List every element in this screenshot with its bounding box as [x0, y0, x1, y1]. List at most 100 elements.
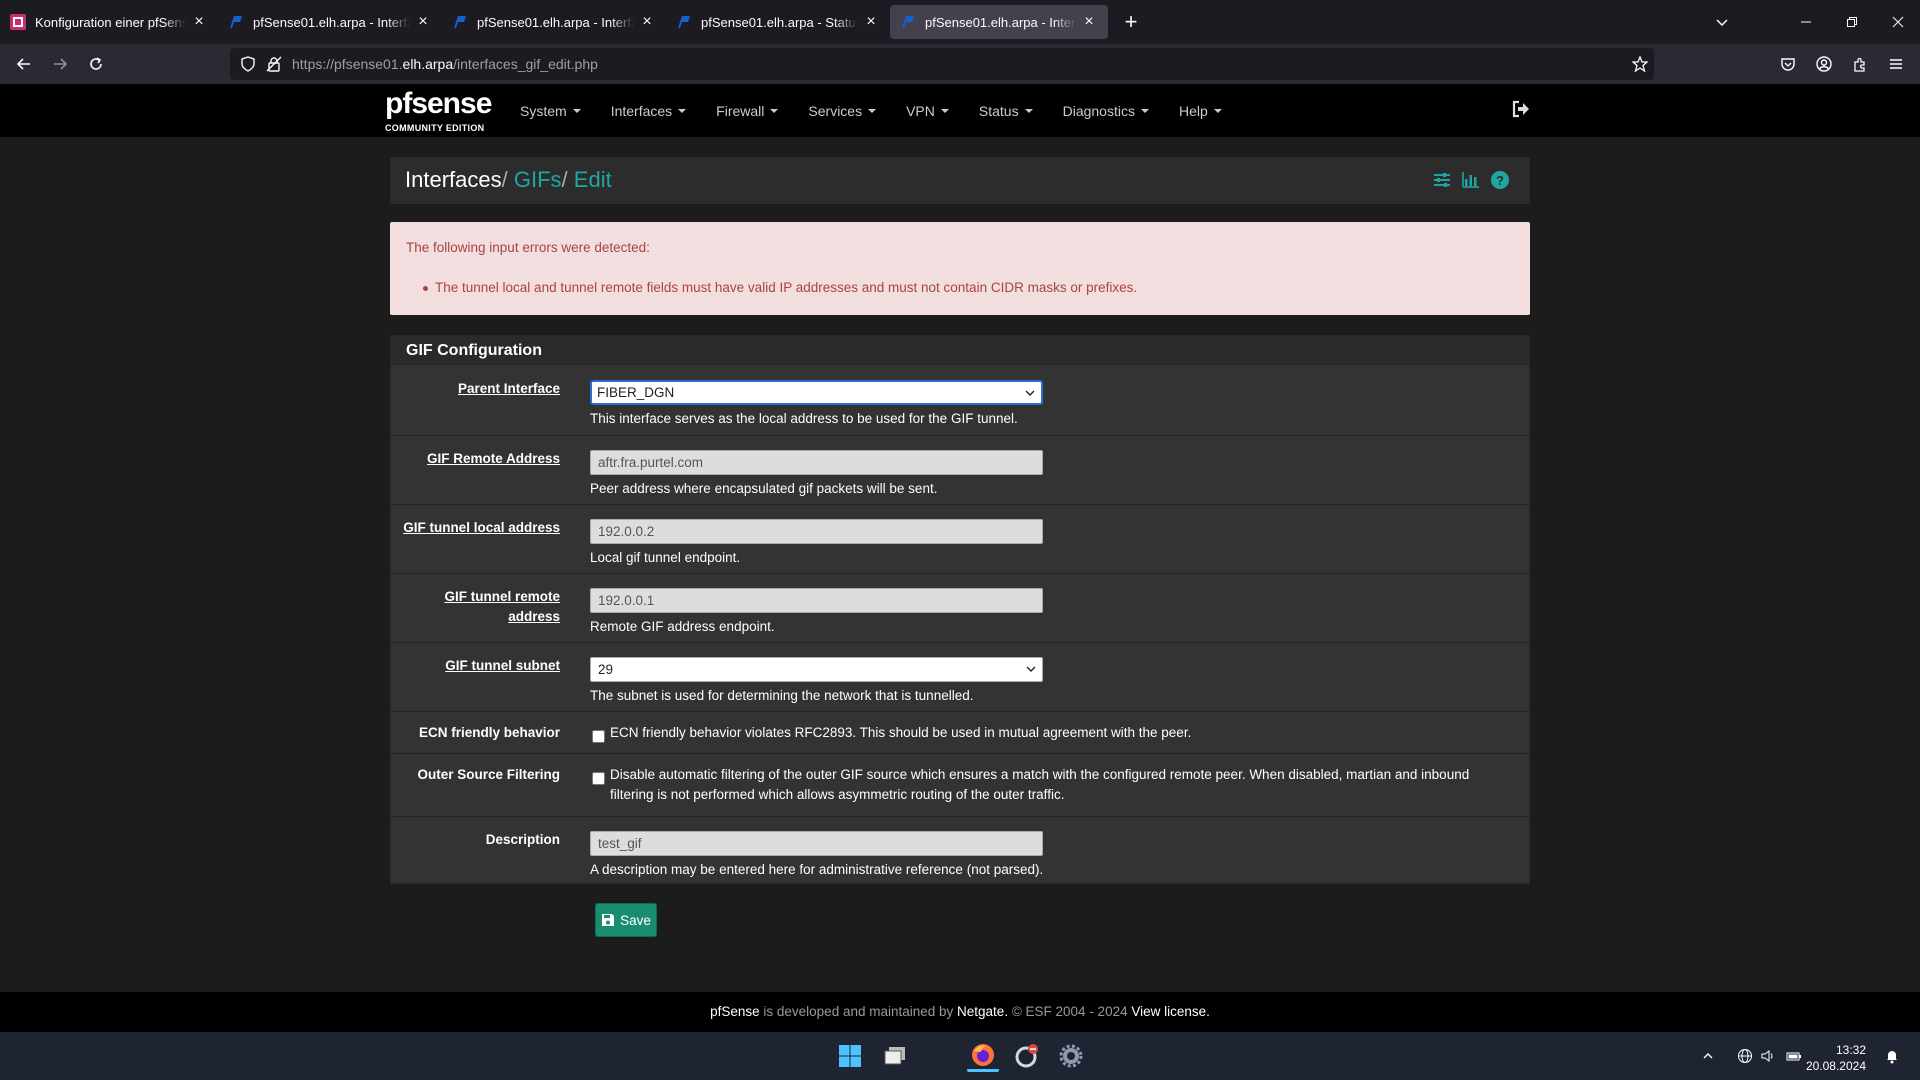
menu-interfaces[interactable]: Interfaces	[596, 84, 701, 137]
breadcrumb: Interfaces/ GIFs/ Edit ?	[390, 157, 1530, 204]
notification-bell-icon[interactable]	[1882, 1040, 1902, 1072]
sliders-icon[interactable]	[1432, 170, 1452, 190]
close-icon[interactable]: ×	[638, 13, 656, 31]
menu-vpn[interactable]: VPN	[891, 84, 964, 137]
menu-system[interactable]: System	[505, 84, 596, 137]
firefox-taskbar-icon[interactable]	[967, 1040, 999, 1072]
ecn-friendly-checkbox[interactable]	[592, 730, 605, 743]
new-tab-button[interactable]: +	[1116, 7, 1146, 37]
bookmark-star-icon[interactable]	[1632, 56, 1648, 72]
panel-title: GIF Configuration	[391, 336, 1529, 365]
tab-title: Konfiguration einer pfSense am	[35, 14, 186, 30]
help-question-icon[interactable]: ?	[1490, 170, 1510, 190]
help-gif-tunnel-local-address: Local gif tunnel endpoint.	[590, 550, 741, 565]
save-button[interactable]: Save	[595, 903, 657, 937]
account-icon[interactable]	[1806, 46, 1842, 82]
footer-license-link[interactable]: View license.	[1131, 1004, 1210, 1019]
menu-services[interactable]: Services	[793, 84, 891, 137]
breadcrumb-link-edit[interactable]: Edit	[574, 167, 612, 192]
browser-tab-1[interactable]: Konfiguration einer pfSense am ×	[0, 5, 218, 39]
globe-icon[interactable]	[1735, 1040, 1755, 1072]
row-description: Description test_gif A description may b…	[391, 816, 1529, 885]
logout-icon[interactable]	[1510, 98, 1532, 120]
description-input[interactable]: test_gif	[590, 831, 1043, 856]
row-ecn-friendly: ECN friendly behavior ECN friendly behav…	[391, 711, 1529, 753]
gif-tunnel-local-address-input[interactable]: 192.0.0.2	[590, 519, 1043, 544]
close-icon[interactable]: ×	[190, 13, 208, 31]
gif-tunnel-remote-address-input[interactable]: 192.0.0.1	[590, 588, 1043, 613]
close-icon[interactable]: ×	[862, 13, 880, 31]
restore-icon[interactable]	[1832, 0, 1872, 44]
minimize-icon[interactable]	[1786, 0, 1826, 44]
breadcrumb-link-gifs[interactable]: GIFs	[514, 167, 562, 192]
task-view-icon[interactable]	[879, 1040, 911, 1072]
forward-arrow-icon[interactable]	[42, 46, 78, 82]
menu-firewall[interactable]: Firewall	[701, 84, 793, 137]
footer-brand: pfSense	[710, 1004, 760, 1019]
close-icon[interactable]: ×	[414, 13, 432, 31]
ecn-friendly-text: ECN friendly behavior violates RFC2893. …	[610, 725, 1192, 740]
close-icon[interactable]: ×	[1080, 13, 1098, 31]
label-gif-tunnel-remote-address: GIF tunnel remote address	[444, 589, 560, 624]
browser-tab-5-active[interactable]: pfSense01.elh.arpa - Interfaces: ×	[890, 5, 1108, 39]
browser-tab-3[interactable]: pfSense01.elh.arpa - Interfaces: ×	[442, 5, 666, 39]
gif-configuration-panel: GIF Configuration Parent Interface FIBER…	[390, 335, 1530, 884]
label-gif-tunnel-local-address: GIF tunnel local address	[403, 520, 560, 535]
caret-down-icon	[1024, 108, 1033, 113]
menu-diagnostics[interactable]: Diagnostics	[1048, 84, 1164, 137]
url-text: https://pfsense01.elh.arpa/interfaces_gi…	[292, 56, 598, 72]
tab-list-chevron-icon[interactable]	[1706, 0, 1738, 44]
breadcrumb-root: Interfaces	[405, 167, 502, 192]
help-gif-tunnel-remote-address: Remote GIF address endpoint.	[590, 619, 775, 634]
gif-tunnel-subnet-select[interactable]: 29	[590, 657, 1043, 682]
browser-tab-strip: Konfiguration einer pfSense am × pfSense…	[0, 0, 1920, 44]
help-gif-tunnel-subnet: The subnet is used for determining the n…	[590, 688, 974, 703]
caret-down-icon	[572, 108, 581, 113]
tab-title: pfSense01.elh.arpa - Interfaces:	[925, 14, 1076, 30]
extensions-icon[interactable]	[1842, 46, 1878, 82]
speaker-icon[interactable]	[1758, 1040, 1778, 1072]
reload-icon[interactable]	[78, 46, 114, 82]
close-window-icon[interactable]	[1878, 0, 1918, 44]
pfsense-favicon-icon	[902, 16, 914, 28]
footer-netgate-link[interactable]: Netgate.	[957, 1004, 1008, 1019]
tray-chevron-up-icon[interactable]	[1698, 1040, 1718, 1072]
row-gif-tunnel-local-address: GIF tunnel local address 192.0.0.2 Local…	[391, 504, 1529, 573]
row-gif-tunnel-remote-address: GIF tunnel remote address 192.0.0.1 Remot…	[391, 573, 1529, 642]
caret-down-icon	[770, 108, 779, 113]
settings-gear-icon[interactable]	[1055, 1040, 1087, 1072]
pfsense-favicon-icon	[454, 16, 466, 28]
pocket-icon[interactable]	[1770, 46, 1806, 82]
chevron-down-icon	[1025, 390, 1035, 396]
gif-remote-address-input[interactable]: aftr.fra.purtel.com	[590, 450, 1043, 475]
windows-start-icon[interactable]	[834, 1040, 866, 1072]
row-outer-source-filtering: Outer Source Filtering Disable automatic…	[391, 753, 1529, 816]
app-badge-taskbar-icon[interactable]	[1011, 1040, 1043, 1072]
breadcrumb-icons: ?	[1432, 170, 1510, 190]
url-bar[interactable]: https://pfsense01.elh.arpa/interfaces_gi…	[230, 48, 1654, 80]
lock-icon[interactable]	[266, 56, 282, 72]
battery-icon[interactable]	[1784, 1040, 1804, 1072]
back-arrow-icon[interactable]	[6, 46, 42, 82]
error-alert: The following input errors were detected…	[390, 222, 1530, 315]
parent-interface-select[interactable]: FIBER_DGN	[590, 380, 1043, 405]
main-menu: System Interfaces Firewall Services VPN …	[505, 84, 1237, 137]
pfsense-logo[interactable]: pfsense COMMUNITY EDITION	[385, 89, 495, 134]
shield-icon[interactable]	[240, 56, 256, 72]
outer-source-filtering-checkbox[interactable]	[592, 772, 605, 785]
hamburger-menu-icon[interactable]	[1878, 46, 1914, 82]
clock-time: 13:32	[1835, 1043, 1866, 1057]
save-disk-icon	[602, 914, 615, 926]
caret-down-icon	[678, 108, 687, 113]
alert-heading: The following input errors were detected…	[406, 240, 650, 255]
browser-tab-4[interactable]: pfSense01.elh.arpa - Status: Das ×	[666, 5, 890, 39]
menu-status[interactable]: Status	[964, 84, 1048, 137]
alert-list-item: The tunnel local and tunnel remote field…	[422, 280, 1138, 295]
label-outer-source-filtering: Outer Source Filtering	[417, 767, 560, 782]
browser-nav-bar: https://pfsense01.elh.arpa/interfaces_gi…	[0, 44, 1920, 84]
browser-tab-2[interactable]: pfSense01.elh.arpa - Interfaces: ×	[218, 5, 442, 39]
bar-chart-icon[interactable]	[1461, 170, 1481, 190]
pfsense-favicon-icon	[230, 16, 242, 28]
menu-help[interactable]: Help	[1164, 84, 1237, 137]
taskbar-clock[interactable]: 13:32 20.08.2024	[1806, 1042, 1866, 1074]
